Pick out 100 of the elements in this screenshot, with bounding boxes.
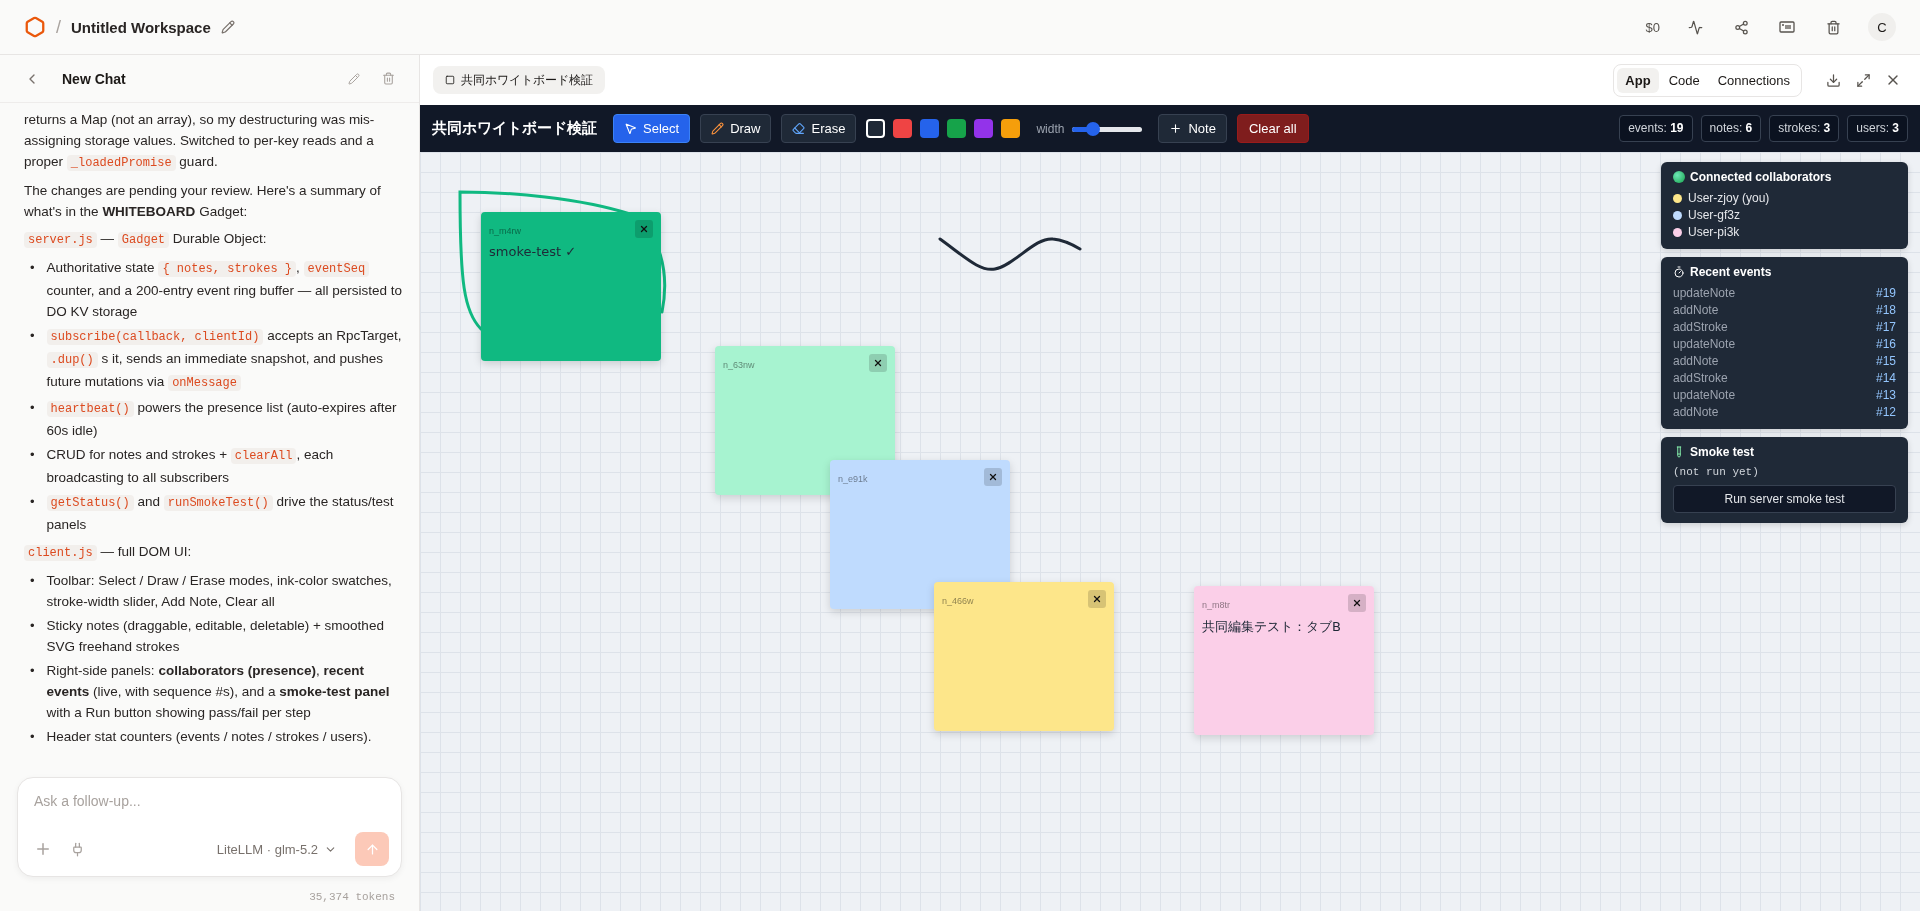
view-tab[interactable]: App <box>1617 67 1659 93</box>
close-icon <box>639 224 649 234</box>
mode-button[interactable]: Select <box>613 114 691 143</box>
event-sequence: #19 <box>1875 286 1896 300</box>
pencil-icon <box>711 122 725 135</box>
token-count: 35,374 tokens <box>308 890 396 905</box>
status-dot-icon <box>1673 171 1685 183</box>
list-bullet: • <box>30 446 35 464</box>
event-name: updateNote <box>1673 388 1736 402</box>
mode-button[interactable]: Erase <box>781 114 857 143</box>
event-name: addNote <box>1673 405 1719 419</box>
delete-note-button[interactable] <box>1348 594 1366 612</box>
color-swatch[interactable] <box>893 119 913 138</box>
view-tab[interactable]: Connections <box>1709 67 1798 93</box>
preview-tab[interactable]: 共同ホワイトボード検証 <box>433 66 605 94</box>
event-sequence: #18 <box>1875 303 1896 317</box>
event-sequence: #17 <box>1875 320 1896 334</box>
model-selector[interactable]: LiteLLM · glm-5.2 <box>216 841 337 857</box>
user-name: User-pi3k <box>1688 225 1740 239</box>
breadcrumb-separator: / <box>56 16 61 38</box>
view-tab[interactable]: Code <box>1660 67 1708 93</box>
list-bullet: • <box>30 327 35 345</box>
delete-note-button[interactable] <box>984 468 1002 486</box>
user-name: User-gf3z <box>1688 208 1740 222</box>
list-bullet: • <box>30 399 35 417</box>
panel-title: Recent events <box>1690 265 1772 279</box>
close-icon <box>1352 598 1362 608</box>
event-name: addNote <box>1673 303 1719 317</box>
note-id: n_e91k <box>838 474 868 484</box>
plus-icon <box>1169 122 1183 135</box>
event-name: addStroke <box>1673 320 1728 334</box>
event-sequence: #14 <box>1875 371 1896 385</box>
cost-label: $0 <box>1645 19 1660 35</box>
list-bullet: • <box>30 728 35 746</box>
stat-counter: notes: 6 <box>1700 115 1762 142</box>
list-item: Header stat counters (events / notes / strokes / users). <box>46 728 373 746</box>
timer-icon <box>1673 266 1685 278</box>
close-icon <box>873 358 883 368</box>
run-test-button[interactable]: Run server smoke test <box>1673 485 1896 513</box>
note-id: n_466w <box>942 596 974 606</box>
color-swatch[interactable] <box>920 119 940 138</box>
delete-note-button[interactable] <box>869 354 887 372</box>
chat-paragraph: returns a Map (not an array), so my destructuring was mis-assigning storage values. Switched to per-key reads and a proper _loadedPromise guard. <box>24 111 376 173</box>
color-swatch[interactable] <box>947 119 967 138</box>
stat-counter: strokes: 3 <box>1769 115 1840 142</box>
note-id: n_m8tr <box>1202 600 1230 610</box>
list-item: heartbeat() powers the presence list (auto-expires after 60s idle) <box>46 399 398 440</box>
clear-all-button[interactable]: Clear all <box>1236 114 1309 143</box>
list-bullet: • <box>30 259 35 277</box>
download-icon <box>1825 72 1841 88</box>
list-item: Right-side panels: collaborators (presence), recent events (live, with sequence #s), and a smoke-test panel with a Run button showing pass/fail per step <box>46 662 391 722</box>
message-input[interactable]: Ask a follow-up... <box>34 790 389 812</box>
slider-thumb[interactable] <box>1086 121 1101 136</box>
chat-paragraph: server.js — Gadget Durable Object: <box>24 228 407 251</box>
close-icon <box>1092 594 1102 604</box>
chat-paragraph: The changes are pending your review. Here's a summary of what's in the WHITEBOARD Gadget: <box>24 182 382 221</box>
add-note-button[interactable]: Note <box>1158 114 1227 143</box>
list-bullet: • <box>30 662 35 680</box>
panel-title: Smoke test <box>1690 445 1755 459</box>
chat-title: New Chat <box>62 70 127 87</box>
list-item: Toolbar: Select / Draw / Erase modes, ink-color swatches, stroke-width slider, Add Note, Clear all <box>46 572 393 611</box>
edit-icon[interactable] <box>220 20 235 34</box>
stat-counter: events: 19 <box>1619 115 1693 142</box>
note-id: n_63nw <box>723 360 755 370</box>
event-name: updateNote <box>1673 286 1736 300</box>
event-sequence: #12 <box>1875 405 1896 419</box>
close-icon <box>988 472 998 482</box>
stat-counter: users: 3 <box>1847 115 1908 142</box>
list-bullet: • <box>30 572 35 590</box>
event-sequence: #16 <box>1875 337 1896 351</box>
color-swatch[interactable] <box>1001 119 1021 138</box>
test-status: (not run yet) <box>1673 466 1760 478</box>
user-avatar[interactable]: C <box>1868 13 1896 41</box>
event-sequence: #15 <box>1875 354 1896 368</box>
delete-note-button[interactable] <box>635 220 653 238</box>
cursor-icon <box>624 122 637 135</box>
event-name: addNote <box>1673 354 1719 368</box>
event-sequence: #13 <box>1875 388 1896 402</box>
user-name: User-zjoy (you) <box>1688 191 1770 205</box>
sticky-note[interactable]: n_m4rw smoke-test ✓ <box>481 212 661 361</box>
note-text[interactable]: smoke-test ✓ <box>489 244 653 259</box>
panel-title: Connected collaborators <box>1690 170 1832 184</box>
maximize-icon <box>1855 72 1871 88</box>
sticky-note[interactable]: n_m8tr 共同編集テスト：タブB <box>1194 586 1374 735</box>
square-icon <box>445 75 455 85</box>
note-id: n_m4rw <box>489 226 521 236</box>
logo-icon[interactable] <box>24 16 46 38</box>
color-swatch[interactable] <box>866 119 886 138</box>
chat-paragraph: client.js — full DOM UI: <box>24 541 407 564</box>
workspace-title: Untitled Workspace <box>71 18 211 36</box>
width-slider[interactable] <box>1072 121 1143 136</box>
mode-button[interactable]: Draw <box>700 114 772 143</box>
delete-note-button[interactable] <box>1088 590 1106 608</box>
app-title: 共同ホワイトボード検証 <box>432 119 597 138</box>
event-name: addStroke <box>1673 371 1728 385</box>
whiteboard-canvas[interactable] <box>420 152 1920 911</box>
list-item: getStatus() and runSmokeTest() drive the status/test panels <box>46 493 395 534</box>
note-text[interactable]: 共同編集テスト：タブB <box>1202 618 1366 636</box>
color-swatch[interactable] <box>974 119 994 138</box>
eraser-icon <box>792 122 806 135</box>
